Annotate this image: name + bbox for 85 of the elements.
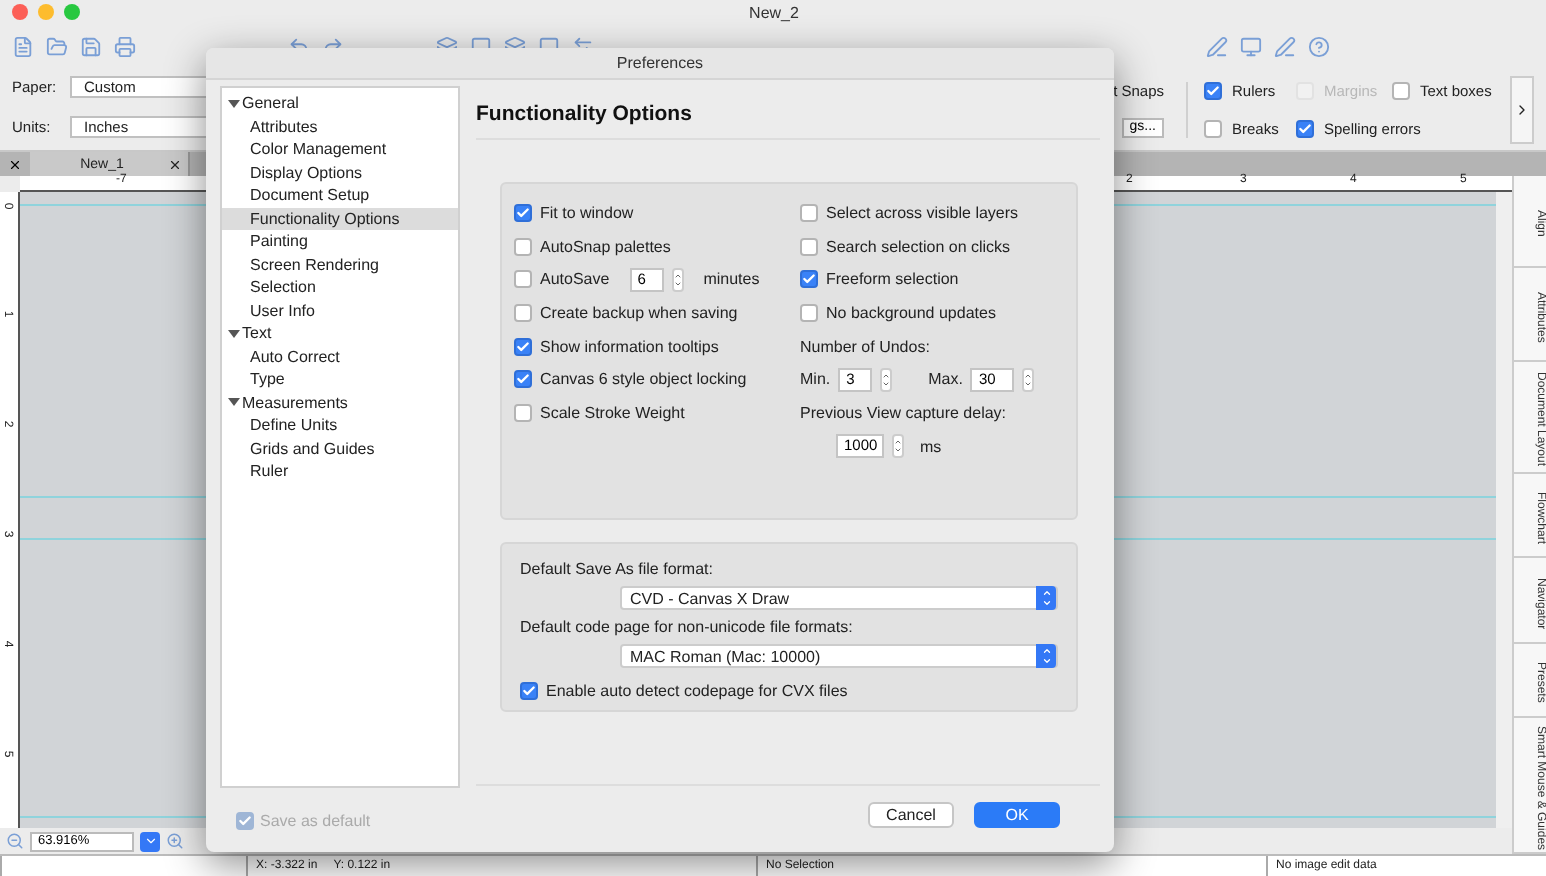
pen-icon[interactable] [1274, 35, 1296, 57]
checkbox[interactable] [800, 237, 818, 256]
checkbox-label: AutoSave [540, 270, 610, 289]
checkbox-label: Canvas 6 style object locking [540, 370, 747, 389]
category-item[interactable]: Attributes [222, 115, 458, 138]
category-heading[interactable]: Text [242, 324, 272, 343]
checkbox-label: Enable auto detect codepage for CVX files [546, 681, 848, 699]
category-item[interactable]: Document Setup [222, 184, 458, 207]
checkbox[interactable] [514, 337, 532, 356]
max-label: Max. [928, 370, 963, 389]
pen-icon[interactable] [1206, 35, 1228, 57]
category-item[interactable]: Painting [222, 230, 458, 253]
checkbox[interactable] [800, 303, 818, 322]
document-icon[interactable] [12, 35, 34, 57]
category-item[interactable]: Type [222, 368, 458, 391]
category-item[interactable]: Auto Correct [222, 345, 458, 368]
category-item[interactable]: Screen Rendering [222, 253, 458, 276]
category-item[interactable]: Color Management [222, 138, 458, 161]
category-item[interactable]: Functionality Options [222, 207, 458, 230]
checkbox[interactable] [800, 203, 818, 222]
category-item[interactable]: Display Options [222, 161, 458, 184]
stepper[interactable] [1022, 367, 1035, 392]
checkbox-label: AutoSnap palettes [540, 237, 671, 256]
checkbox-label: Search selection on clicks [826, 237, 1011, 256]
zoom-dropdown[interactable] [140, 831, 160, 851]
checkbox-label: Scale Stroke Weight [540, 403, 685, 422]
checkbox[interactable] [514, 270, 532, 289]
checkbox[interactable] [514, 403, 532, 422]
checkbox[interactable] [1204, 119, 1222, 137]
close-tab-icon[interactable] [8, 157, 22, 171]
section-heading: Functionality Options [476, 86, 1100, 140]
expand-button[interactable] [1510, 75, 1534, 143]
close-button[interactable] [12, 4, 28, 20]
checkbox-label: Create backup when saving [540, 303, 738, 322]
ok-button[interactable]: OK [974, 802, 1060, 828]
window-title: New_2 [747, 3, 801, 21]
stepper[interactable] [671, 267, 684, 292]
minimize-button[interactable] [38, 4, 54, 20]
checkbox[interactable] [514, 203, 532, 222]
min-label: Min. [800, 370, 831, 389]
stepper[interactable] [892, 434, 904, 459]
checkbox-label: Save as default [260, 812, 371, 830]
checkbox[interactable] [514, 303, 532, 322]
stepper[interactable] [880, 367, 893, 392]
zoom-button[interactable] [64, 4, 80, 20]
save-icon[interactable] [80, 35, 102, 57]
close-tab-icon[interactable] [168, 157, 182, 171]
checkbox-label: Show information tooltips [540, 337, 719, 356]
checkbox-label: Select across visible layers [826, 203, 1019, 222]
folder-icon[interactable] [46, 35, 68, 57]
unit-label: ms [920, 437, 942, 456]
chevron-down-icon [143, 834, 157, 848]
category-item[interactable]: Grids and Guides [222, 437, 458, 460]
unit-label: minutes [703, 270, 760, 289]
monitor-icon[interactable] [1240, 35, 1262, 57]
checkbox-label: Fit to window [540, 203, 634, 222]
save-format-label: Default Save As file format: [520, 560, 715, 578]
disclosure-triangle-icon[interactable] [228, 396, 240, 409]
checkbox[interactable] [520, 681, 538, 699]
chevron-right-icon [1514, 101, 1530, 117]
dialog-title: Preferences [206, 48, 1114, 80]
checkbox[interactable] [514, 370, 532, 389]
cancel-button[interactable]: Cancel [868, 802, 954, 828]
category-item[interactable]: Define Units [222, 414, 458, 437]
capture-delay-label: Previous View capture delay: [800, 403, 1007, 422]
checkbox[interactable] [800, 270, 818, 289]
checkbox[interactable] [1204, 81, 1222, 99]
checkbox[interactable] [1296, 119, 1314, 137]
category-heading[interactable]: Measurements [242, 393, 348, 412]
code-page-label: Default code page for non-unicode file formats: [520, 618, 855, 636]
disclosure-triangle-icon[interactable] [228, 97, 240, 110]
zoom-out-icon[interactable] [6, 832, 24, 850]
zoom-in-icon[interactable] [166, 832, 184, 850]
checkbox[interactable] [1392, 81, 1410, 99]
checkbox[interactable] [514, 237, 532, 256]
category-item[interactable]: Ruler [222, 460, 458, 483]
checkbox-label: No background updates [826, 303, 996, 322]
undos-label: Number of Undos: [800, 337, 930, 356]
category-item[interactable]: User Info [222, 299, 458, 322]
category-heading[interactable]: General [242, 94, 299, 113]
category-item[interactable]: Selection [222, 276, 458, 299]
checkbox-label: Freeform selection [826, 270, 959, 289]
disclosure-triangle-icon[interactable] [228, 327, 240, 340]
printer-icon[interactable] [114, 35, 136, 57]
help-icon[interactable] [1308, 35, 1330, 57]
